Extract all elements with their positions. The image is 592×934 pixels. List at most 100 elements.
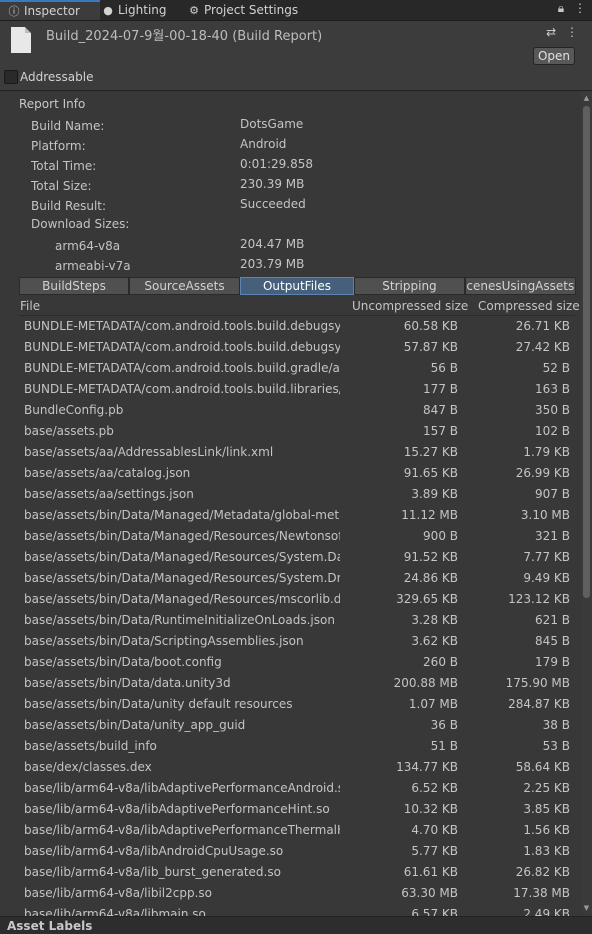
table-row[interactable]: BUNDLE-METADATA/com.android.tools.build.… bbox=[0, 379, 580, 400]
table-row[interactable]: base/lib/arm64-v8a/libAdaptivePerformanc… bbox=[0, 799, 580, 820]
compressed-size: 3.10 MB bbox=[520, 508, 570, 522]
table-row[interactable]: base/lib/arm64-v8a/libAdaptivePerformanc… bbox=[0, 778, 580, 799]
asset-header: Build_2024-07-9월-00-18-40 (Build Report)… bbox=[0, 21, 592, 66]
report-label: Total Time: bbox=[31, 159, 97, 173]
column-header-compressed[interactable]: Compressed size bbox=[478, 299, 580, 313]
tab-label: Project Settings bbox=[204, 3, 299, 17]
file-name: BundleConfig.pb bbox=[24, 403, 124, 417]
uncompressed-size: 51 B bbox=[430, 739, 458, 753]
subtab-scenesusingassets[interactable]: ScenesUsingAssets bbox=[465, 277, 576, 295]
compressed-size: 123.12 KB bbox=[508, 592, 570, 606]
compressed-size: 26.82 KB bbox=[515, 865, 570, 879]
table-row[interactable]: base/lib/arm64-v8a/libil2cpp.so 63.30 MB 1… bbox=[0, 883, 580, 904]
table-row[interactable]: base/lib/arm64-v8a/libAdaptivePerformanc… bbox=[0, 820, 580, 841]
tab-project-settings[interactable]: ⚙ Project Settings bbox=[188, 0, 298, 20]
table-row[interactable]: base/assets/bin/Data/Managed/Resources/S… bbox=[0, 568, 580, 589]
file-name: base/assets/build_info bbox=[24, 739, 157, 753]
download-size-label: armeabi-v7a bbox=[55, 259, 131, 273]
uncompressed-size: 260 B bbox=[423, 655, 458, 669]
uncompressed-size: 847 B bbox=[423, 403, 458, 417]
download-size-label: arm64-v8a bbox=[55, 239, 121, 253]
table-row[interactable]: base/assets/bin/Data/data.unity3d 200.88 … bbox=[0, 673, 580, 694]
compressed-size: 53 B bbox=[542, 739, 570, 753]
table-row[interactable]: base/assets/aa/AddressablesLink/link.xml… bbox=[0, 442, 580, 463]
compressed-size: 3.85 KB bbox=[523, 802, 570, 816]
addressable-label: Addressable bbox=[20, 70, 94, 84]
compressed-size: 907 B bbox=[535, 487, 570, 501]
report-value: 230.39 MB bbox=[240, 177, 305, 191]
tab-lighting[interactable]: ● Lighting bbox=[102, 0, 167, 20]
table-row[interactable]: base/assets/bin/Data/Managed/Resources/N… bbox=[0, 526, 580, 547]
open-button[interactable]: Open bbox=[533, 47, 575, 65]
kebab-menu-icon[interactable]: ⋮ bbox=[574, 1, 586, 15]
column-header-uncompressed[interactable]: Uncompressed size bbox=[352, 299, 468, 313]
asset-title: Build_2024-07-9월-00-18-40 (Build Report) bbox=[46, 29, 323, 44]
uncompressed-size: 61.61 KB bbox=[403, 865, 458, 879]
table-row[interactable]: base/assets/bin/Data/Managed/Resources/m… bbox=[0, 589, 580, 610]
table-row[interactable]: BUNDLE-METADATA/com.android.tools.build.… bbox=[0, 358, 580, 379]
tab-label: Lighting bbox=[118, 3, 167, 17]
tab-inspector[interactable]: ⓘ Inspector bbox=[0, 0, 100, 20]
subtab-sourceassets[interactable]: SourceAssets bbox=[129, 277, 240, 295]
table-row[interactable]: BUNDLE-METADATA/com.android.tools.build.… bbox=[0, 316, 580, 337]
table-row[interactable]: base/assets/bin/Data/Managed/Metadata/gl… bbox=[0, 505, 580, 526]
file-name: base/assets/bin/Data/boot.config bbox=[24, 655, 222, 669]
report-info-header[interactable]: Report Info bbox=[19, 97, 85, 111]
compressed-size: 52 B bbox=[542, 361, 570, 375]
uncompressed-size: 900 B bbox=[423, 529, 458, 543]
lightbulb-icon: ● bbox=[103, 4, 113, 17]
file-name: BUNDLE-METADATA/com.android.tools.build.… bbox=[24, 382, 340, 396]
asset-labels-bar[interactable]: Asset Labels bbox=[0, 916, 592, 934]
table-row[interactable]: base/assets/bin/Data/unity default resou… bbox=[0, 694, 580, 715]
uncompressed-size: 10.32 KB bbox=[403, 802, 458, 816]
table-row[interactable]: base/lib/arm64-v8a/libAndroidCpuUsage.so… bbox=[0, 841, 580, 862]
column-header-file[interactable]: File bbox=[20, 299, 40, 313]
table-row[interactable]: base/dex/classes.dex 134.77 KB 58.64 KB bbox=[0, 757, 580, 778]
table-row[interactable]: base/assets/bin/Data/unity_app_guid 36 B 3… bbox=[0, 715, 580, 736]
table-row[interactable]: BundleConfig.pb 847 B 350 B bbox=[0, 400, 580, 421]
table-row[interactable]: base/assets/bin/Data/boot.config 260 B 179… bbox=[0, 652, 580, 673]
scroll-thumb[interactable] bbox=[583, 106, 590, 598]
uncompressed-size: 91.52 KB bbox=[403, 550, 458, 564]
compressed-size: 7.77 KB bbox=[523, 550, 570, 564]
file-name: base/lib/arm64-v8a/libAdaptivePerformanc… bbox=[24, 802, 330, 816]
lock-icon[interactable]: 🔒︎ bbox=[558, 1, 564, 15]
uncompressed-size: 5.77 KB bbox=[411, 844, 458, 858]
file-name: BUNDLE-METADATA/com.android.tools.build.… bbox=[24, 361, 340, 375]
report-label: Total Size: bbox=[31, 179, 92, 193]
file-name: base/assets/bin/Data/ScriptingAssemblies… bbox=[24, 634, 304, 648]
uncompressed-size: 24.86 KB bbox=[403, 571, 458, 585]
uncompressed-size: 63.30 MB bbox=[401, 886, 458, 900]
table-row[interactable]: base/assets/bin/Data/RuntimeInitializeOn… bbox=[0, 610, 580, 631]
subtab-buildsteps[interactable]: BuildSteps bbox=[19, 277, 129, 295]
file-name: base/assets/bin/Data/unity_app_guid bbox=[24, 718, 246, 732]
file-name: base/assets/aa/AddressablesLink/link.xml bbox=[24, 445, 274, 459]
table-row[interactable]: base/assets/build_info 51 B 53 B bbox=[0, 736, 580, 757]
table-row[interactable]: BUNDLE-METADATA/com.android.tools.build.… bbox=[0, 337, 580, 358]
addressable-checkbox[interactable] bbox=[4, 70, 18, 84]
file-name: BUNDLE-METADATA/com.android.tools.build.… bbox=[24, 340, 340, 354]
table-row[interactable]: base/lib/arm64-v8a/libmain.so 6.57 KB 2.49… bbox=[0, 904, 580, 916]
file-name: base/lib/arm64-v8a/libil2cpp.so bbox=[24, 886, 212, 900]
subtab-outputfiles[interactable]: OutputFiles bbox=[240, 277, 354, 295]
table-row[interactable]: base/assets/aa/catalog.json 91.65 KB 26.99… bbox=[0, 463, 580, 484]
table-row[interactable]: base/assets.pb 157 B 102 B bbox=[0, 421, 580, 442]
window-tab-bar: ⓘ Inspector ● Lighting ⚙ Project Settings 🔒… bbox=[0, 0, 592, 21]
compressed-size: 9.49 KB bbox=[523, 571, 570, 585]
file-icon bbox=[11, 27, 31, 53]
file-name: base/assets/bin/Data/Managed/Resources/S… bbox=[24, 550, 340, 564]
uncompressed-size: 329.65 KB bbox=[396, 592, 458, 606]
sliders-icon[interactable]: ⇄ bbox=[546, 25, 556, 39]
table-row[interactable]: base/lib/arm64-v8a/lib_burst_generated.s… bbox=[0, 862, 580, 883]
subtab-stripping[interactable]: Stripping bbox=[354, 277, 465, 295]
file-name: BUNDLE-METADATA/com.android.tools.build.… bbox=[24, 319, 340, 333]
report-subtabs: BuildSteps SourceAssets OutputFiles Stri… bbox=[19, 277, 576, 295]
compressed-size: 27.42 KB bbox=[515, 340, 570, 354]
table-row[interactable]: base/assets/bin/Data/Managed/Resources/S… bbox=[0, 547, 580, 568]
table-row[interactable]: base/assets/aa/settings.json 3.89 KB 907 B bbox=[0, 484, 580, 505]
kebab-menu-icon[interactable]: ⋮ bbox=[566, 25, 578, 39]
scroll-up-icon[interactable]: ▲ bbox=[581, 94, 592, 102]
scroll-down-icon[interactable]: ▼ bbox=[581, 904, 592, 912]
vertical-scrollbar[interactable]: ▲ ▼ bbox=[581, 92, 592, 914]
table-row[interactable]: base/assets/bin/Data/ScriptingAssemblies… bbox=[0, 631, 580, 652]
